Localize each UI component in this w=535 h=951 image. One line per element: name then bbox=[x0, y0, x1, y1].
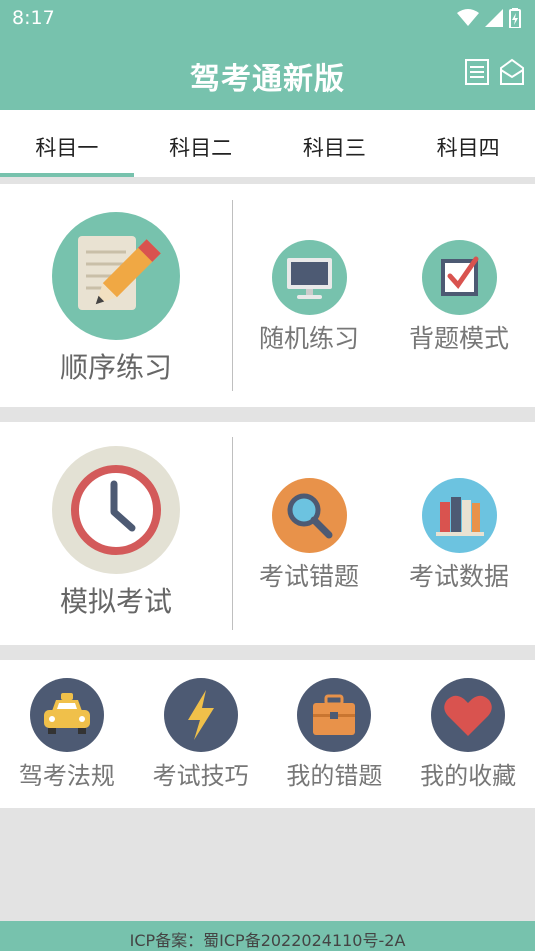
tab-subject-1[interactable]: 科目一 bbox=[0, 110, 134, 177]
clock-icon bbox=[52, 446, 180, 574]
practice-card: 顺序练习 随机练习 背题模式 bbox=[0, 184, 535, 407]
checkbox-icon bbox=[421, 240, 497, 315]
app-bar: 驾考通新版 bbox=[0, 36, 535, 110]
my-favorites-label: 我的收藏 bbox=[420, 762, 517, 790]
lightning-icon bbox=[163, 678, 238, 752]
exam-mistakes-button[interactable]: 考试错题 bbox=[239, 478, 379, 593]
divider bbox=[232, 437, 233, 630]
monitor-icon bbox=[271, 240, 347, 315]
mock-exam-label: 模拟考试 bbox=[59, 585, 172, 618]
divider bbox=[232, 200, 233, 391]
mock-exam-button[interactable]: 模拟考试 bbox=[51, 446, 181, 620]
status-time: 8:17 bbox=[12, 7, 55, 29]
books-icon bbox=[421, 478, 497, 553]
exam-card: 模拟考试 考试错题 考试数据 bbox=[0, 422, 535, 645]
battery-icon bbox=[509, 8, 521, 28]
heart-icon bbox=[431, 678, 506, 752]
memorize-mode-button[interactable]: 背题模式 bbox=[389, 240, 529, 355]
exam-data-label: 考试数据 bbox=[408, 562, 509, 591]
mail-icon[interactable] bbox=[499, 58, 525, 86]
taxi-icon bbox=[29, 678, 104, 752]
my-mistakes-label: 我的错题 bbox=[286, 762, 383, 790]
tab-subject-2[interactable]: 科目二 bbox=[134, 110, 268, 177]
magnifier-icon bbox=[271, 478, 347, 553]
exam-tips-button[interactable]: 考试技巧 bbox=[134, 678, 268, 791]
notepad-pencil-icon bbox=[52, 212, 180, 340]
sequential-practice-label: 顺序练习 bbox=[59, 351, 172, 384]
traffic-rules-button[interactable]: 驾考法规 bbox=[0, 678, 134, 791]
my-favorites-button[interactable]: 我的收藏 bbox=[401, 678, 535, 791]
icp-footer[interactable]: ICP备案：蜀ICP备2022024110号-2A bbox=[0, 921, 535, 951]
briefcase-icon bbox=[297, 678, 372, 752]
sequential-practice-button[interactable]: 顺序练习 bbox=[51, 212, 181, 386]
wifi-icon bbox=[457, 9, 479, 27]
exam-tips-label: 考试技巧 bbox=[152, 762, 249, 790]
exam-data-button[interactable]: 考试数据 bbox=[389, 478, 529, 593]
signal-icon bbox=[485, 9, 503, 27]
tab-subject-4[interactable]: 科目四 bbox=[401, 110, 535, 177]
subject-tabs: 科目一 科目二 科目三 科目四 bbox=[0, 110, 535, 177]
status-bar: 8:17 bbox=[0, 0, 535, 36]
tab-subject-3[interactable]: 科目三 bbox=[268, 110, 402, 177]
page-title: 驾考通新版 bbox=[190, 62, 345, 97]
my-mistakes-button[interactable]: 我的错题 bbox=[268, 678, 402, 791]
resources-card: 驾考法规 考试技巧 我的错题 我的收藏 bbox=[0, 660, 535, 808]
traffic-rules-label: 驾考法规 bbox=[18, 762, 115, 790]
exam-mistakes-label: 考试错题 bbox=[258, 562, 359, 591]
random-practice-button[interactable]: 随机练习 bbox=[239, 240, 379, 355]
random-practice-label: 随机练习 bbox=[258, 324, 359, 353]
document-icon[interactable] bbox=[464, 58, 490, 86]
memorize-mode-label: 背题模式 bbox=[408, 324, 509, 353]
